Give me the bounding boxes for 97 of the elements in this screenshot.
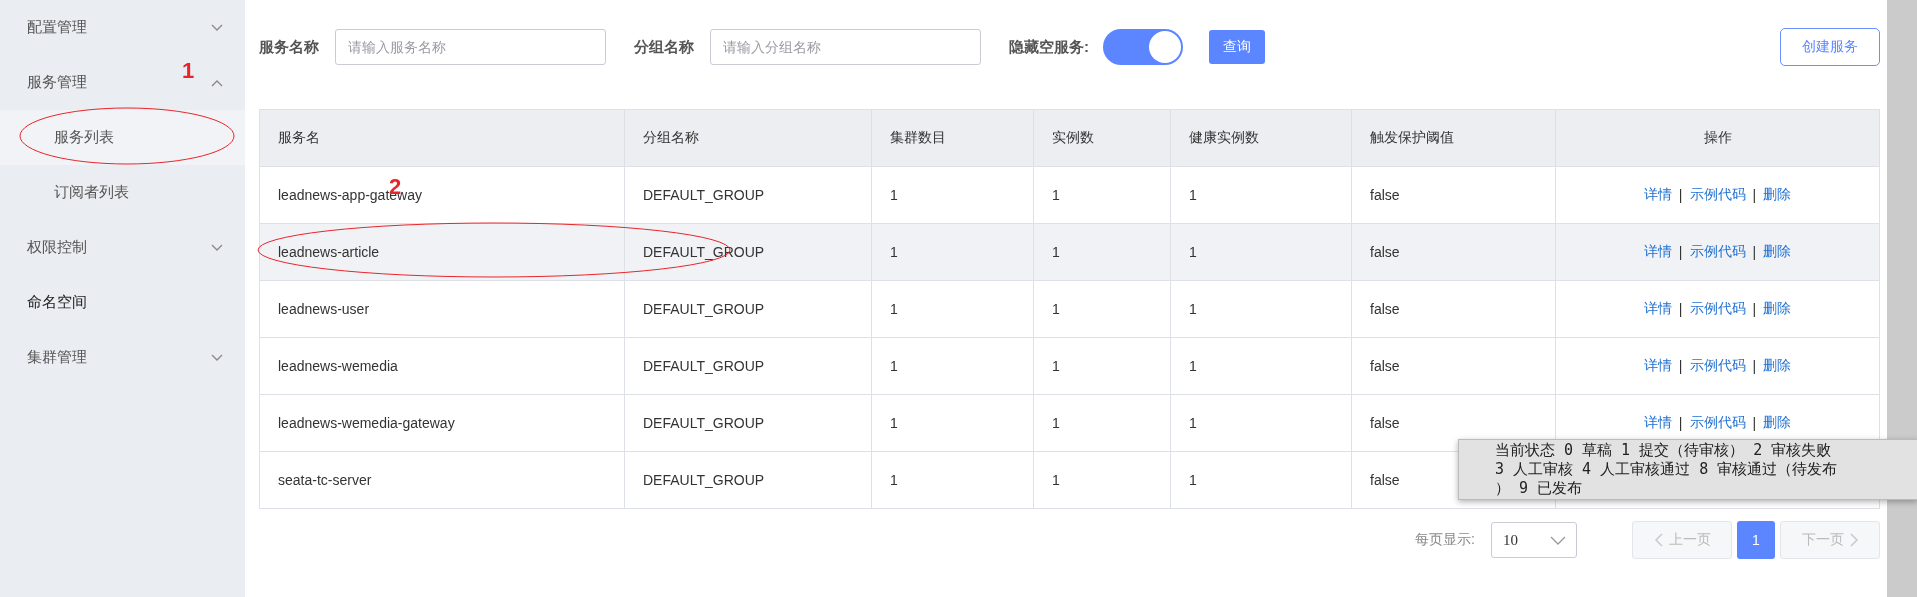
table-cell: 1 (890, 301, 898, 317)
action-link[interactable]: 详情 (1643, 243, 1672, 261)
table-cell: 1 (1052, 472, 1060, 488)
table-cell: leadnews-user (278, 301, 370, 317)
sidebar-subitem[interactable]: 服务列表 (0, 110, 245, 165)
separator: | (1678, 244, 1683, 260)
sidebar-item[interactable]: 服务管理 (27, 73, 87, 92)
table-cell: 1 (1189, 415, 1197, 431)
table-cell: 1 (1052, 301, 1060, 317)
create-service-button[interactable]: 创建服务 (1780, 28, 1880, 66)
action-link[interactable]: 详情 (1643, 357, 1672, 375)
table-cell: leadnews-article (278, 244, 380, 260)
table-cell: DEFAULT_GROUP (643, 415, 765, 431)
field-label: 分组名称 (634, 37, 694, 57)
table-cell: false (1370, 301, 1400, 317)
table-cell: DEFAULT_GROUP (643, 358, 765, 374)
separator: | (1752, 358, 1757, 374)
table-cell: DEFAULT_GROUP (643, 187, 765, 203)
action-link[interactable]: 示例代码 (1689, 357, 1746, 375)
table-cell: DEFAULT_GROUP (643, 472, 765, 488)
table-cell: DEFAULT_GROUP (643, 301, 765, 317)
table-cell: seata-tc-server (278, 472, 372, 488)
column-header: 实例数 (1034, 110, 1171, 166)
table-cell: 1 (1189, 301, 1197, 317)
separator: | (1752, 301, 1757, 317)
table-cell: 1 (1189, 358, 1197, 374)
chevron-left-icon (1653, 533, 1663, 547)
separator: | (1678, 301, 1683, 317)
column-header: 集群数目 (872, 110, 1034, 166)
chevron-icon (1550, 535, 1566, 545)
table-cell: false (1370, 472, 1400, 488)
action-link[interactable]: 删除 (1763, 243, 1792, 261)
sidebar-item[interactable]: 配置管理 (27, 18, 87, 37)
table-cell: 1 (1189, 472, 1197, 488)
sidebar-item[interactable]: 命名空间 (27, 293, 87, 312)
group-name-field[interactable]: 请输入分组名称 (710, 29, 981, 65)
field-label: 隐藏空服务: (1009, 37, 1089, 57)
table-cell: false (1370, 358, 1400, 374)
action-link[interactable]: 详情 (1643, 186, 1672, 204)
page-button[interactable]: 1 (1737, 521, 1775, 559)
separator: | (1752, 187, 1757, 203)
table-cell: 1 (1052, 187, 1060, 203)
separator: | (1678, 358, 1683, 374)
page-size-label: 每页显示: (1415, 531, 1475, 549)
toggle-switch[interactable] (1103, 29, 1183, 65)
table-cell: 1 (890, 244, 898, 260)
action-link[interactable]: 删除 (1763, 186, 1792, 204)
tooltip-line: ） 9 已发布 (1495, 479, 1584, 498)
sidebar-item[interactable]: 集群管理 (27, 348, 87, 367)
scrollbar[interactable] (1887, 0, 1917, 597)
separator: | (1752, 415, 1757, 431)
table-cell: 1 (1189, 187, 1197, 203)
chevron-icon[interactable] (211, 23, 223, 32)
column-header: 操作 (1702, 128, 1733, 147)
action-link[interactable]: 示例代码 (1689, 300, 1746, 318)
table-cell: 1 (890, 187, 898, 203)
chevron-icon[interactable] (211, 353, 223, 362)
column-header: 触发保护阈值 (1352, 110, 1556, 166)
table-cell: 1 (1052, 415, 1060, 431)
column-header: 分组名称 (625, 110, 872, 166)
action-link[interactable]: 删除 (1763, 414, 1792, 432)
column-header: 健康实例数 (1171, 110, 1352, 166)
table-cell: false (1370, 187, 1400, 203)
action-link[interactable]: 详情 (1643, 300, 1672, 318)
column-header: 服务名 (260, 110, 625, 166)
table-cell: 1 (1189, 244, 1197, 260)
tooltip-line: 3 人工审核 4 人工审核通过 8 审核通过（待发布 (1495, 460, 1839, 479)
action-link[interactable]: 删除 (1763, 357, 1792, 375)
separator: | (1678, 415, 1683, 431)
table-cell: leadnews-wemedia-gateway (278, 415, 455, 431)
table-cell: false (1370, 415, 1400, 431)
sidebar-item[interactable]: 权限控制 (27, 238, 87, 257)
table-cell: leadnews-wemedia (278, 358, 398, 374)
chevron-icon[interactable] (211, 78, 223, 87)
table-cell: 1 (890, 415, 898, 431)
action-link[interactable]: 详情 (1643, 414, 1672, 432)
action-link[interactable]: 示例代码 (1689, 243, 1746, 261)
separator: | (1678, 187, 1683, 203)
chevron-right-icon (1849, 533, 1859, 547)
table-cell: 1 (1052, 244, 1060, 260)
field-label: 服务名称 (259, 37, 319, 57)
table-row[interactable]: leadnews-wemedia DEFAULT_GROUP 1 1 1 false 详情 | 示例代码 | 删除 (260, 338, 1879, 395)
action-link[interactable]: 示例代码 (1689, 414, 1746, 432)
annotation-number: 1 (182, 58, 195, 84)
table-cell: 1 (890, 358, 898, 374)
service-name-field[interactable]: 请输入服务名称 (335, 29, 606, 65)
query-button[interactable]: 查询 (1209, 30, 1265, 64)
table-cell: false (1370, 244, 1400, 260)
table-cell: 1 (890, 472, 898, 488)
table-row[interactable]: leadnews-user DEFAULT_GROUP 1 1 1 false 详情 | 示例代码 | 删除 (260, 281, 1879, 338)
sidebar-subitem[interactable]: 订阅者列表 (0, 165, 245, 220)
page-size-select[interactable]: 10 (1491, 522, 1577, 558)
chevron-icon[interactable] (211, 243, 223, 252)
table-cell: 1 (1052, 358, 1060, 374)
separator: | (1752, 244, 1757, 260)
action-link[interactable]: 示例代码 (1689, 186, 1746, 204)
action-link[interactable]: 删除 (1763, 300, 1792, 318)
